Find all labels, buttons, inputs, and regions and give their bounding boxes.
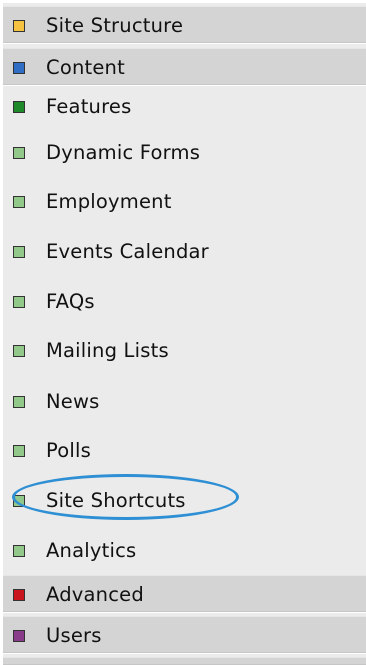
nav-item-employment[interactable]: Employment <box>3 182 366 222</box>
nav-item-label: Site Shortcuts <box>46 489 186 512</box>
nav-item-label: Features <box>46 95 132 118</box>
yellow-square-icon <box>13 20 25 32</box>
blue-square-icon <box>13 62 25 74</box>
light-green-square-icon <box>13 495 25 507</box>
nav-item-analytics[interactable]: Analytics <box>3 531 366 571</box>
nav-item-label: Employment <box>46 190 172 213</box>
light-green-square-icon <box>13 296 25 308</box>
nav-item-polls[interactable]: Polls <box>3 431 366 471</box>
nav-item-partial[interactable] <box>3 657 366 665</box>
nav-item-mailing-lists[interactable]: Mailing Lists <box>3 331 366 371</box>
nav-item-label: Dynamic Forms <box>46 141 201 164</box>
nav-item-label: Site Structure <box>46 14 184 37</box>
nav-item-label: Polls <box>46 439 91 462</box>
nav-item-label: Advanced <box>46 583 144 606</box>
nav-item-label: Users <box>46 624 102 647</box>
light-green-square-icon <box>13 196 25 208</box>
nav-item-content[interactable]: Content <box>3 48 366 86</box>
nav-item-label: FAQs <box>46 290 95 313</box>
light-green-square-icon <box>13 445 25 457</box>
nav-item-label: Mailing Lists <box>46 339 169 362</box>
light-green-square-icon <box>13 545 25 557</box>
nav-item-dynamic-forms[interactable]: Dynamic Forms <box>3 133 366 173</box>
light-green-square-icon <box>13 147 25 159</box>
nav-item-events-calendar[interactable]: Events Calendar <box>3 232 366 272</box>
nav-item-features[interactable]: Features <box>3 87 366 127</box>
nav-item-label: Content <box>46 56 125 79</box>
light-green-square-icon <box>13 345 25 357</box>
nav-item-advanced[interactable]: Advanced <box>3 575 366 613</box>
light-green-square-icon <box>13 246 25 258</box>
red-square-icon <box>13 589 25 601</box>
admin-nav-menu: Site Structure Content Features Dynamic … <box>3 3 366 665</box>
nav-item-label: News <box>46 390 100 413</box>
purple-square-icon <box>13 630 25 642</box>
nav-item-site-structure[interactable]: Site Structure <box>3 6 366 44</box>
nav-item-users[interactable]: Users <box>3 616 366 654</box>
nav-item-news[interactable]: News <box>3 382 366 422</box>
nav-item-site-shortcuts[interactable]: Site Shortcuts <box>3 481 366 521</box>
nav-item-faqs[interactable]: FAQs <box>3 282 366 322</box>
light-green-square-icon <box>13 396 25 408</box>
nav-item-label: Events Calendar <box>46 240 209 263</box>
nav-item-label: Analytics <box>46 539 137 562</box>
green-square-icon <box>13 101 25 113</box>
